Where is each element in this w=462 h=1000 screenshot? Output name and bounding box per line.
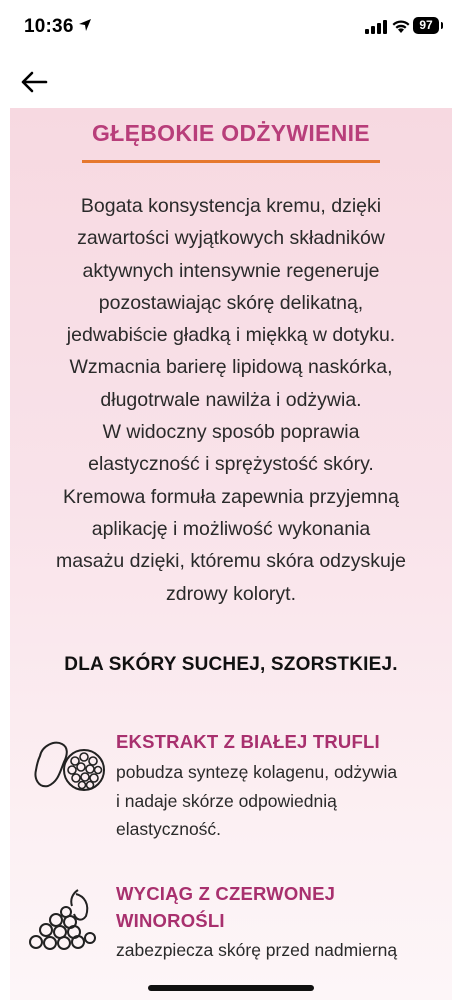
cellular-signal-icon <box>365 20 387 34</box>
wifi-icon <box>392 20 410 33</box>
title-underline <box>82 160 380 163</box>
arrow-left-icon[interactable] <box>18 68 50 96</box>
description-line: pozostawiając skórę delikatną, <box>98 291 364 314</box>
grapes-icon <box>29 889 96 950</box>
battery-cap <box>441 22 443 29</box>
section-title: GŁĘBOKIE ODŻYWIENIE <box>92 120 370 146</box>
status-time: 10:36 <box>24 16 74 37</box>
ingredient-desc-line: pobudza syntezę kolagenu, odżywia <box>116 762 398 782</box>
ingredient-title: EKSTRAKT Z BIAŁEJ TRUFLI <box>116 728 380 755</box>
ingredient-title-line: EKSTRAKT Z BIAŁEJ TRUFLI <box>116 731 380 752</box>
home-indicator[interactable] <box>148 985 314 991</box>
ingredient-desc-line: elastyczność. <box>116 819 222 839</box>
product-description-panel: GŁĘBOKIE ODŻYWIENIE Bogata konsystencja … <box>10 108 452 1000</box>
battery-icon: 97 <box>413 17 439 34</box>
skin-type-heading: DLA SKÓRY SUCHEJ, SZORSTKIEJ. <box>64 654 398 675</box>
description-line: długotrwale nawilża i odżywia. <box>100 388 362 411</box>
ingredient-description: pobudza syntezę kolagenu, odżywia i nada… <box>116 758 397 844</box>
description-line: aplikację i możliwość wykonania <box>91 517 371 540</box>
description-line: Wzmacnia barierę lipidową naskórka, <box>69 356 393 379</box>
description-line: jedwabiście gładką i miękką w dotyku. <box>66 324 396 347</box>
ingredient-desc-line: zabezpiecza skórę przed nadmierną <box>116 940 398 960</box>
description: Bogata konsystencja kremu, dzięki zawart… <box>26 190 436 610</box>
ingredient-description: zabezpiecza skórę przed nadmierną <box>116 936 397 965</box>
description-line: zdrowy koloryt. <box>165 582 297 605</box>
nav-bar <box>0 54 462 108</box>
description-line: Bogata konsystencja kremu, dzięki <box>80 195 382 217</box>
ingredient-desc-line: i nadaje skórze odpowiednią <box>116 790 337 811</box>
ingredient-title: WYCIĄG Z CZERWONEJ WINOROŚLI <box>116 880 335 934</box>
location-arrow-icon <box>79 19 91 31</box>
truffle-icon <box>34 741 105 791</box>
description-line: masażu dzięki, któremu skóra odzyskuje <box>55 550 407 573</box>
status-bar: 10:36 97 <box>0 0 462 54</box>
ingredient-title-line: WYCIĄG Z CZERWONEJ <box>116 883 336 904</box>
description-line: elastyczność i sprężystość skóry. <box>88 453 374 476</box>
ingredient-title-line: WINOROŚLI <box>116 910 225 931</box>
description-line: aktywnych intensywnie regeneruje <box>82 259 380 282</box>
description-line: Kremowa formuła zapewnia przyjemną <box>63 485 399 508</box>
description-line: W widoczny sposób poprawia <box>102 421 360 444</box>
description-line: zawartości wyjątkowych składników <box>77 227 385 250</box>
